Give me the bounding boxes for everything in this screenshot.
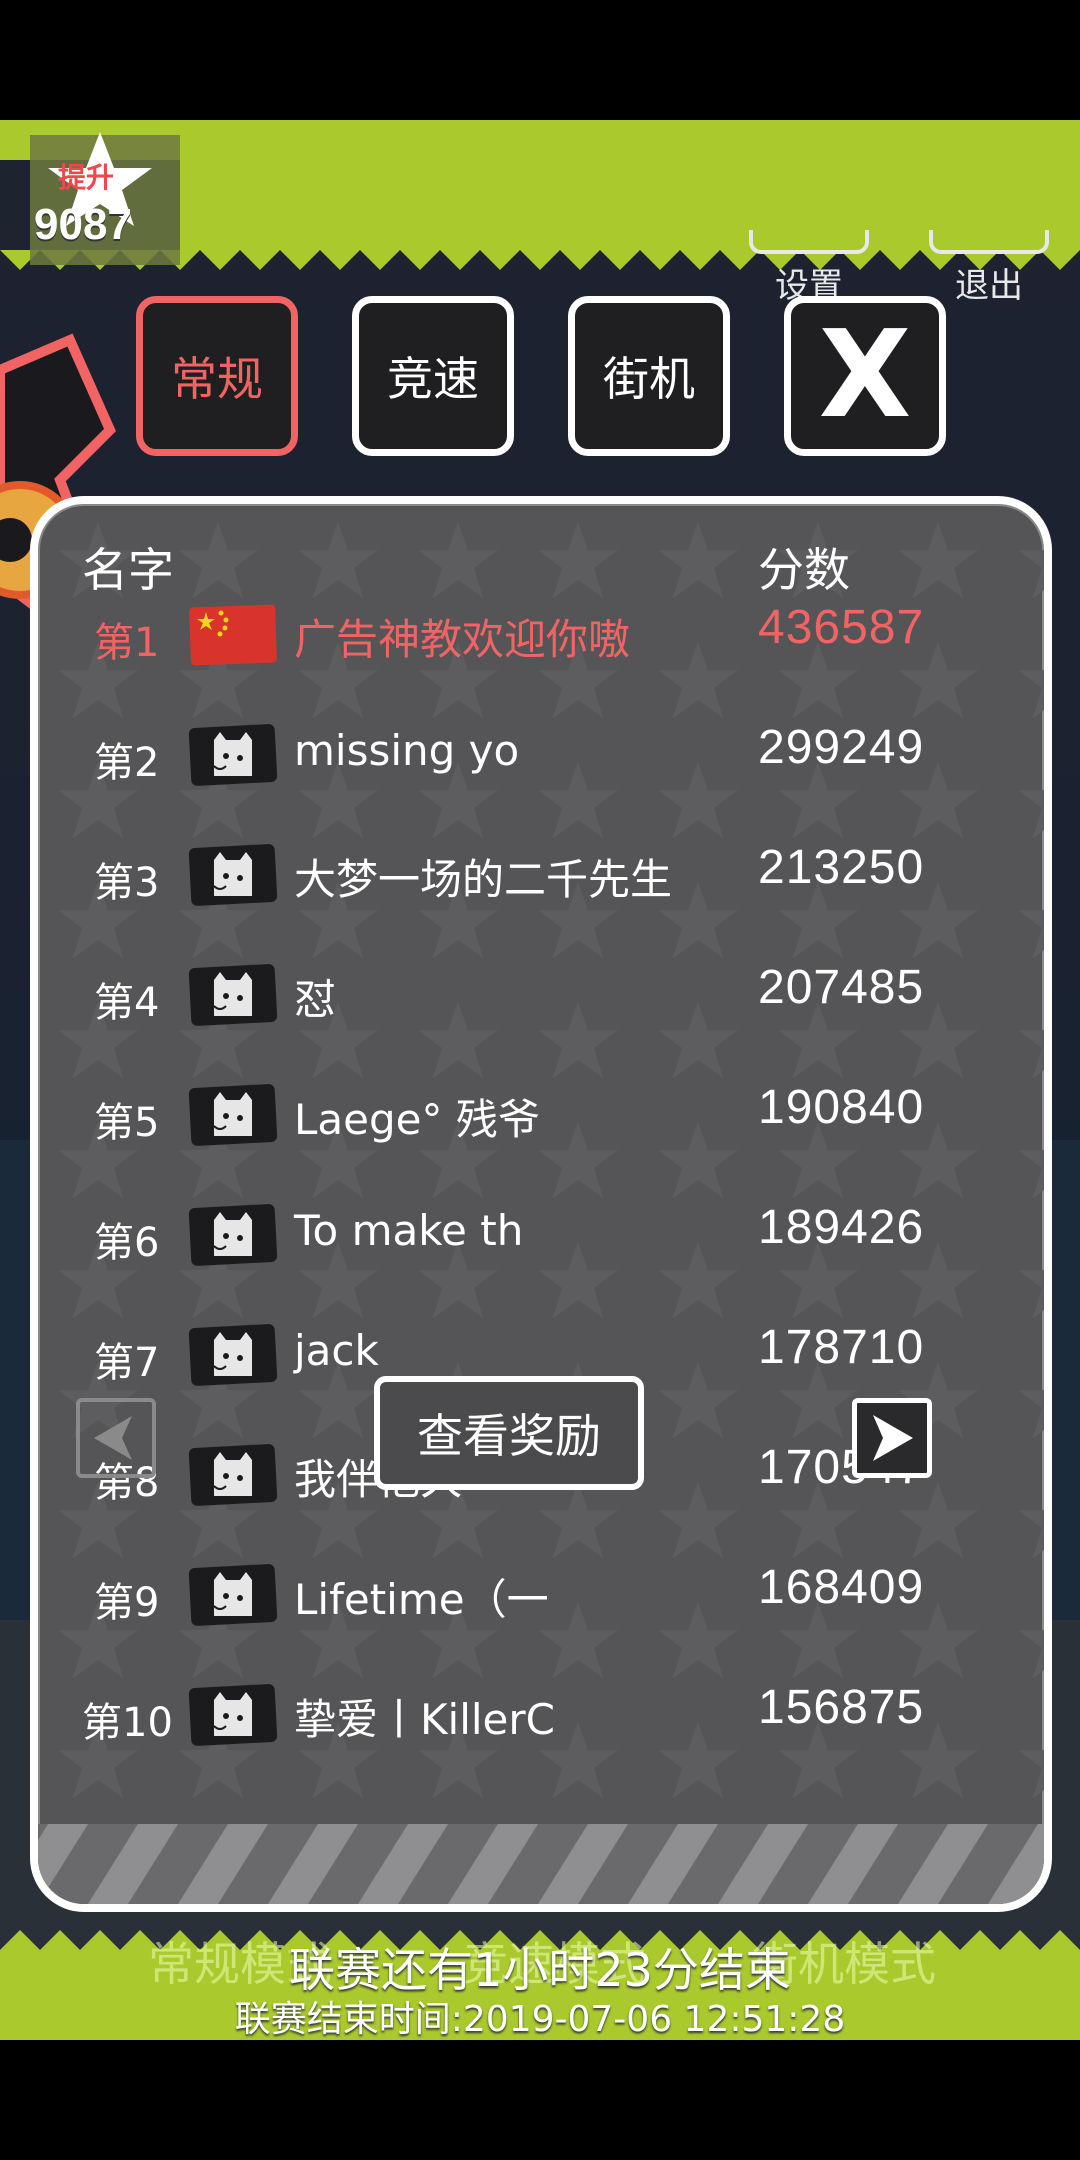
exit-icon [929,230,1049,254]
close-button[interactable]: X [784,296,946,456]
next-page-button[interactable] [852,1398,932,1478]
coin-count: 9087 [34,200,132,249]
player-name: Laege° 残爷 [294,1095,540,1144]
player-score: 207485 [758,961,925,1014]
cat-avatar-icon [188,844,278,906]
league-end-time: 联赛结束时间:2019-07-06 12:51:28 [234,1999,846,2040]
player-name: 怼 [294,975,337,1024]
player-score: 156875 [758,1681,925,1734]
tab-normal[interactable]: 常规 [136,296,298,456]
settings-icon [749,230,869,254]
leaderboard-row[interactable]: 第5 Laege° 残爷 190840 [38,1062,1044,1172]
player-name: To make th [294,1206,524,1255]
leaderboard-row[interactable]: 第4 怼 207485 [38,942,1044,1052]
player-score: 168409 [758,1561,925,1614]
tab-arcade[interactable]: 街机 [568,296,730,456]
leaderboard-row[interactable]: 第3 大梦一场的二千先生 213250 [38,822,1044,932]
player-name: 大梦一场的二千先生 [294,855,673,904]
hazard-stripes [38,1824,1044,1904]
cat-avatar-icon [188,1204,278,1266]
player-name: Lifetime（一 [294,1575,549,1624]
rank-label: 第10 [82,1700,173,1746]
leaderboard-row[interactable]: 第1 广告神教欢迎你嗷 436587 [38,582,1044,692]
cat-avatar-icon [188,1324,278,1386]
exit-label: 退出 [955,266,1023,306]
leaderboard-panel: 名字 分数 第1 广告神教欢迎你嗷 436587 第2 missing yo 299249… [30,496,1052,1912]
player-name: jack [294,1326,379,1375]
prev-page-button[interactable] [76,1398,156,1478]
cat-avatar-icon [188,964,278,1026]
view-rewards-button[interactable]: 查看奖励 [374,1376,644,1490]
player-name: 广告神教欢迎你嗷 [294,615,631,664]
arrow-right-icon [873,1415,913,1461]
leaderboard-row[interactable]: 第9 Lifetime（一 168409 [38,1542,1044,1652]
cat-avatar-icon [188,1684,278,1746]
leaderboard-row[interactable]: 第6 To make th 189426 [38,1182,1044,1292]
player-score: 213250 [758,841,925,894]
cat-avatar-icon [188,1444,278,1506]
close-icon: X [818,306,912,445]
player-name: missing yo [294,726,520,775]
player-score: 178710 [758,1321,925,1374]
game-screen: 提升 9087 设置 退出 常规 竞速 街机 X 名字 分数 第1 广告神教欢迎你… [0,120,1080,2040]
tab-speed[interactable]: 竞速 [352,296,514,456]
cat-avatar-icon [188,1084,278,1146]
player-score: 189426 [758,1201,925,1254]
leaderboard-row[interactable]: 第2 missing yo 299249 [38,702,1044,812]
promote-label[interactable]: 提升 [58,156,114,196]
cat-avatar-icon [188,1564,278,1626]
player-score: 299249 [758,721,925,774]
player-score: 436587 [758,601,925,654]
cat-avatar-icon [188,724,278,786]
arrow-left-icon [94,1416,132,1460]
player-name: 挚爱丨KillerC [294,1695,555,1744]
player-score: 190840 [758,1081,925,1134]
china-flag-icon [189,604,277,666]
leaderboard-row[interactable]: 第10 挚爱丨KillerC 156875 [38,1662,1044,1772]
